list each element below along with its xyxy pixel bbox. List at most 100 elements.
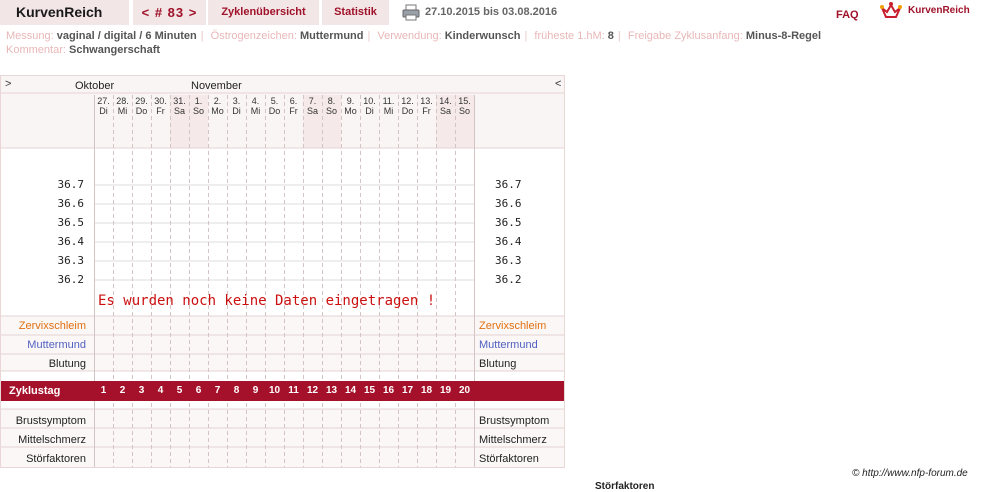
day-date-label: 27. <box>97 96 110 106</box>
day-header-cell: 13. Fr <box>417 96 436 116</box>
cycle-day-number: 2 <box>119 385 126 396</box>
day-weekday-label: So <box>325 106 337 116</box>
day-header-cell: 12. Do <box>398 96 417 116</box>
cycle-day-number: 13 <box>325 385 338 396</box>
y-tick-label-right: 36.5 <box>495 216 522 229</box>
day-header-cell: 9. Mo <box>341 96 360 116</box>
cycle-day-number: 4 <box>157 385 164 396</box>
cycle-day-number: 12 <box>306 385 319 396</box>
day-header-cell: 10. Di <box>360 96 379 116</box>
row-label-muttermund: Muttermund <box>27 339 86 351</box>
row-label-mittelschmerz: Mittelschmerz <box>18 434 86 446</box>
cycle-day-number: 9 <box>252 385 259 396</box>
day-weekday-label: Do <box>401 106 414 116</box>
day-weekday-label: So <box>192 106 204 116</box>
y-tick-label: 36.4 <box>57 235 85 248</box>
day-header-cell: 28. Mi <box>113 96 132 116</box>
cycle-day-number: 20 <box>458 385 471 396</box>
nav-next-button[interactable]: < <box>555 78 561 90</box>
day-header-cell: 3. Di <box>227 96 246 116</box>
row-label-stoerfaktoren: Störfaktoren <box>26 453 86 465</box>
cycle-day-number: 16 <box>382 385 395 396</box>
month-label-november: November <box>191 80 242 92</box>
row-label-mittelschmerz-right: Mittelschmerz <box>479 434 547 446</box>
row-label-stoerfaktoren-right: Störfaktoren <box>479 453 539 465</box>
day-date-label: 2. <box>213 96 222 106</box>
day-weekday-label: Sa <box>173 106 185 116</box>
day-date-label: 10. <box>363 96 376 106</box>
row-label-blutung-right: Blutung <box>479 358 517 370</box>
cycle-day-bar: Zyklustag 1 2 3 4 5 6 7 8 9 10 11 12 13 14 15 16 17 18 19 2… <box>1 381 564 401</box>
day-weekday-label: Di <box>365 106 374 116</box>
day-header-cell: 15. So <box>455 96 474 116</box>
day-header-cell: 29. Do <box>132 96 151 116</box>
y-tick-label-right: 36.2 <box>495 273 522 286</box>
y-tick-label: 36.3 <box>57 254 85 267</box>
cycle-day-number: 7 <box>214 385 221 396</box>
day-date-label: 28. <box>116 96 129 106</box>
day-weekday-label: Fr <box>156 106 165 116</box>
copyright-footer: © http://www.nfp-forum.de <box>852 468 968 479</box>
row-label-muttermund-right: Muttermund <box>479 339 538 351</box>
day-date-label: 29. <box>135 96 148 106</box>
cycle-day-number: 15 <box>363 385 376 396</box>
nav-prev-button[interactable]: > <box>5 78 11 90</box>
row-label-zervixschleim-right: Zervixschleim <box>479 320 547 332</box>
day-header-cell: 31. Sa <box>170 96 189 116</box>
day-weekday-label: Sa <box>439 106 451 116</box>
day-date-label: 3. <box>232 96 241 106</box>
y-tick-label: 36.5 <box>57 216 85 229</box>
day-weekday-label: Mo <box>211 106 224 116</box>
day-weekday-label: Fr <box>422 106 431 116</box>
cycle-day-number: 1 <box>100 385 107 396</box>
y-tick-label-right: 36.7 <box>495 178 522 191</box>
no-data-message: Es wurden noch keine Daten eingetragen ! <box>98 293 436 309</box>
day-header-cell: 2. Mo <box>208 96 227 116</box>
day-header-cell: 7. Sa <box>303 96 322 116</box>
day-date-label: 6. <box>289 96 298 106</box>
cycle-day-number: 19 <box>439 385 452 396</box>
row-label-blutung: Blutung <box>48 358 86 370</box>
day-header-cell: 5. Do <box>265 96 284 116</box>
day-weekday-label: Mi <box>117 106 128 116</box>
day-weekday-label: Do <box>268 106 281 116</box>
day-date-label: 7. <box>308 96 317 106</box>
day-header-cell: 11. Mi <box>379 96 398 116</box>
day-weekday-label: Sa <box>306 106 318 116</box>
cycle-day-number: 14 <box>344 385 357 396</box>
cycle-day-number: 3 <box>138 385 145 396</box>
day-date-label: 15. <box>458 96 471 106</box>
day-date-label: 11. <box>382 96 395 106</box>
chart-grid <box>1 76 564 467</box>
day-weekday-label: Mi <box>250 106 261 116</box>
day-header-cell: 1. So <box>189 96 208 116</box>
day-header-cell: 8. So <box>322 96 341 116</box>
day-weekday-label: So <box>458 106 470 116</box>
day-weekday-label: Di <box>99 106 108 116</box>
cycle-day-number: 6 <box>195 385 202 396</box>
day-date-label: 14. <box>439 96 452 106</box>
cycle-day-number: 11 <box>288 385 299 396</box>
day-header-cell: 30. Fr <box>151 96 170 116</box>
day-date-label: 31. <box>173 96 186 106</box>
day-date-label: 5. <box>270 96 279 106</box>
y-tick-label-right: 36.3 <box>495 254 522 267</box>
y-tick-label: 36.2 <box>57 273 85 286</box>
day-header-cell: 6. Fr <box>284 96 303 116</box>
cycle-day-number: 17 <box>401 385 414 396</box>
cycle-day-number: 5 <box>176 385 183 396</box>
day-weekday-label: Mi <box>383 106 394 116</box>
cycle-day-number: 8 <box>233 385 240 396</box>
day-header-cell: 14. Sa <box>436 96 455 116</box>
day-date-label: 13. <box>420 96 433 106</box>
zyklustag-label: Zyklustag <box>9 385 61 397</box>
day-date-label: 30. <box>154 96 167 106</box>
cycle-day-number: 18 <box>420 385 433 396</box>
row-label-zervixschleim: Zervixschleim <box>18 320 86 332</box>
row-label-brustsymptom: Brustsymptom <box>15 415 86 427</box>
y-tick-label: 36.7 <box>57 178 85 191</box>
y-tick-label-right: 36.4 <box>495 235 522 248</box>
row-label-brustsymptom-right: Brustsymptom <box>479 415 550 427</box>
day-header-cell: 27. Di <box>94 96 113 116</box>
day-date-label: 1. <box>194 96 203 106</box>
